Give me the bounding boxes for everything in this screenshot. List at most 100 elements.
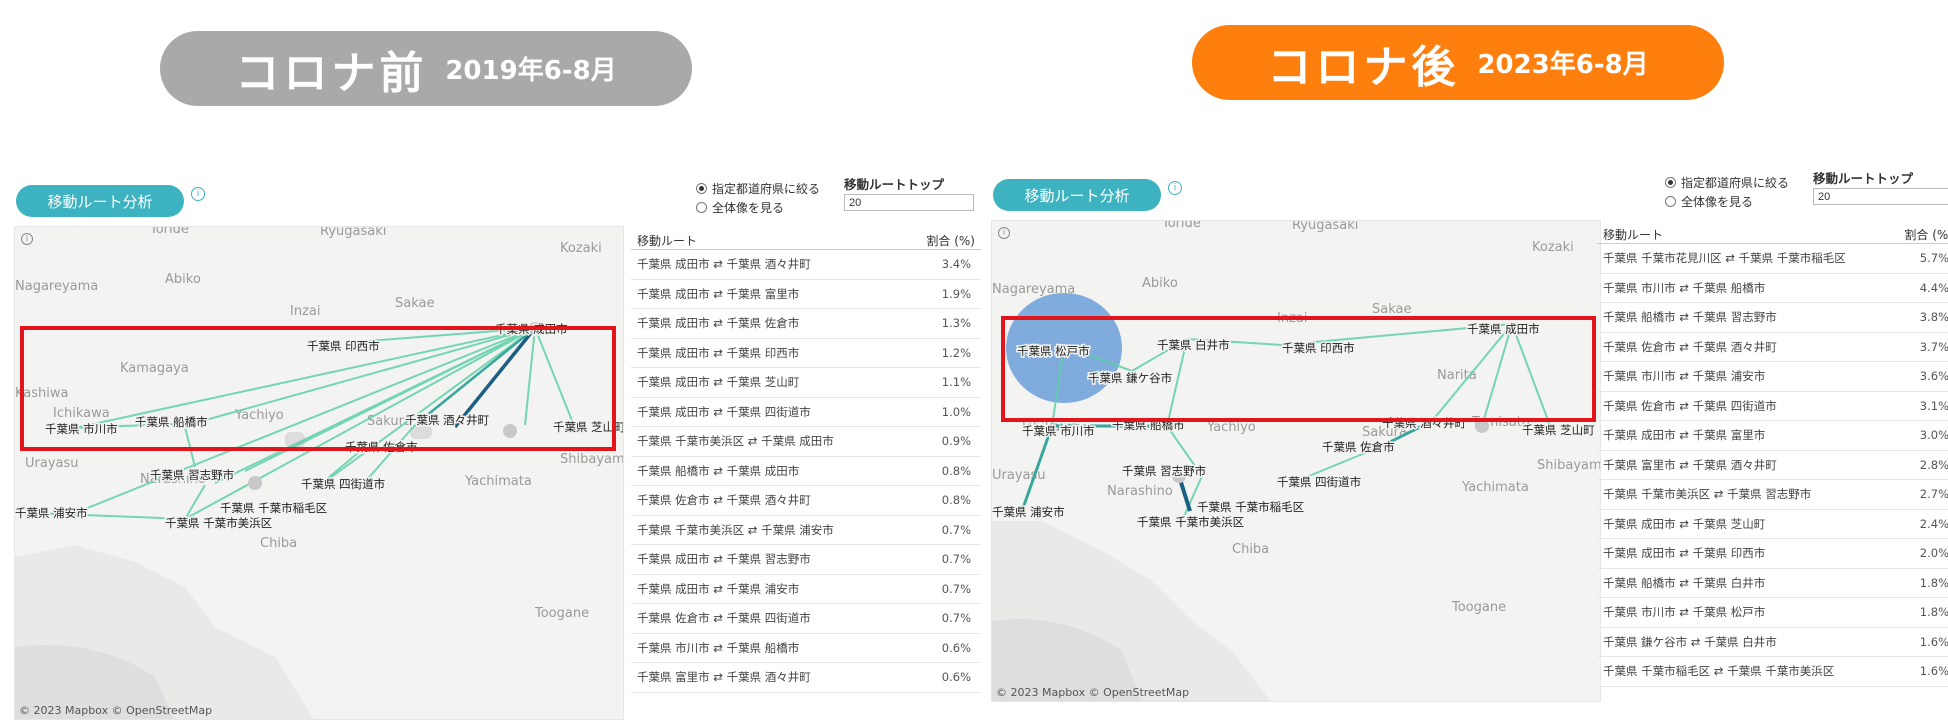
radio-selected-icon: [1665, 177, 1676, 188]
table-row[interactable]: 千葉県 佐倉市 ⇄ 千葉県 酒々井町 3.7%: [1597, 333, 1948, 362]
place-shibayama: Shibayama: [1537, 458, 1601, 473]
topn-input[interactable]: [1813, 188, 1948, 205]
table-row[interactable]: 千葉県 市川市 ⇄ 千葉県 船橋市 0.6%: [631, 634, 981, 663]
route-cell: 千葉県 千葉市美浜区 ⇄ 千葉県 習志野市: [1603, 487, 1812, 502]
node-label: 千葉県 千葉市美浜区: [1137, 515, 1244, 529]
pct-cell: 0.7%: [941, 552, 971, 567]
route-cell: 千葉県 佐倉市 ⇄ 千葉県 四街道市: [1603, 398, 1777, 413]
table-row[interactable]: 千葉県 千葉市花見川区 ⇄ 千葉県 千葉市稲毛区 5.7%: [1597, 244, 1948, 274]
table-row[interactable]: 千葉県 船橋市 ⇄ 千葉県 成田市 0.8%: [631, 457, 981, 486]
topn-input[interactable]: [844, 194, 974, 211]
route-cell: 千葉県 市川市 ⇄ 千葉県 船橋市: [1603, 280, 1766, 295]
table-row[interactable]: 千葉県 船橋市 ⇄ 千葉県 白井市 1.8%: [1597, 569, 1948, 598]
place-inzai: Inzai: [290, 304, 320, 319]
pct-cell: 3.6%: [1919, 369, 1948, 384]
table-row[interactable]: 千葉県 千葉市美浜区 ⇄ 千葉県 成田市 0.9%: [631, 427, 981, 457]
table-row[interactable]: 千葉県 千葉市美浜区 ⇄ 千葉県 習志野市 2.7%: [1597, 480, 1948, 510]
radio-show-all[interactable]: 全体像を見る: [696, 198, 820, 217]
node-label: 千葉県 市川市: [1022, 424, 1095, 438]
place-yachimata: Yachimata: [1461, 480, 1529, 495]
node-label: 千葉県 千葉市美浜区: [165, 516, 272, 530]
table-row[interactable]: 千葉県 市川市 ⇄ 千葉県 浦安市 3.6%: [1597, 362, 1948, 392]
table-row[interactable]: 千葉県 成田市 ⇄ 千葉県 富里市 3.0%: [1597, 421, 1948, 451]
table-row[interactable]: 千葉県 富里市 ⇄ 千葉県 酒々井町 2.8%: [1597, 451, 1948, 480]
table-row[interactable]: 千葉県 佐倉市 ⇄ 千葉県 酒々井町 0.8%: [631, 486, 981, 516]
table-row[interactable]: 千葉県 成田市 ⇄ 千葉県 芝山町 1.1%: [631, 368, 981, 398]
map-copyright: © 2023 Mapbox © OpenStreetMap: [996, 686, 1190, 699]
table-row[interactable]: 千葉県 成田市 ⇄ 千葉県 酒々井町 3.4%: [631, 250, 981, 280]
place-yachimata: Yachimata: [464, 474, 532, 489]
filter-radio-group: 指定都道府県に絞る 全体像を見る: [1665, 173, 1789, 211]
route-cell: 千葉県 成田市 ⇄ 千葉県 印西市: [1603, 546, 1766, 561]
route-map[interactable]: Toride Ryugasaki Kozaki Abiko Nagareyama…: [14, 226, 624, 720]
info-icon[interactable]: i: [191, 187, 205, 201]
radio-label: 全体像を見る: [1681, 195, 1754, 209]
radio-label: 全体像を見る: [712, 201, 785, 215]
radio-selected-icon: [696, 183, 707, 194]
place-sakae: Sakae: [1372, 302, 1411, 317]
route-cell: 千葉県 千葉市美浜区 ⇄ 千葉県 浦安市: [637, 522, 834, 537]
route-cell: 千葉県 船橋市 ⇄ 千葉県 習志野市: [1603, 310, 1777, 325]
route-analysis-tab[interactable]: 移動ルート分析: [993, 179, 1161, 211]
node-label: 千葉県 千葉市稲毛区: [1197, 500, 1304, 514]
pct-cell: 0.6%: [941, 640, 971, 655]
col-pct-header[interactable]: 割合 (%): [1904, 226, 1948, 243]
table-row[interactable]: 千葉県 成田市 ⇄ 千葉県 習志野市 0.7%: [631, 545, 981, 575]
pct-cell: 1.9%: [941, 286, 971, 301]
node-label: 千葉県 千葉市稲毛区: [220, 501, 327, 515]
pct-cell: 0.7%: [941, 611, 971, 626]
route-analysis-tab[interactable]: 移動ルート分析: [16, 185, 184, 217]
after-panel: 移動ルート分析 i 指定都道府県に絞る 全体像を見る 移動ルートトップ Tori…: [991, 164, 1948, 714]
pct-cell: 0.9%: [941, 434, 971, 449]
filter-radio-group: 指定都道府県に絞る 全体像を見る: [696, 179, 820, 217]
table-row[interactable]: 千葉県 成田市 ⇄ 千葉県 印西市 2.0%: [1597, 539, 1948, 569]
pct-cell: 1.2%: [941, 345, 971, 360]
radio-label: 指定都道府県に絞る: [1681, 176, 1790, 190]
route-cell: 千葉県 佐倉市 ⇄ 千葉県 酒々井町: [1603, 339, 1777, 354]
table-row[interactable]: 千葉県 千葉市稲毛区 ⇄ 千葉県 千葉市美浜区 1.6%: [1597, 657, 1948, 687]
after-header: コロナ後 2023年6-8月: [1192, 25, 1724, 100]
table-body: 千葉県 千葉市花見川区 ⇄ 千葉県 千葉市稲毛区 5.7% 千葉県 市川市 ⇄ 千葉…: [1597, 244, 1948, 687]
table-row[interactable]: 千葉県 成田市 ⇄ 千葉県 四街道市 1.0%: [631, 398, 981, 427]
before-period: 2019年6-8月: [445, 56, 617, 86]
route-cell: 千葉県 成田市 ⇄ 千葉県 芝山町: [1603, 516, 1766, 531]
pct-cell: 4.4%: [1919, 280, 1948, 295]
table-row[interactable]: 千葉県 成田市 ⇄ 千葉県 富里市 1.9%: [631, 280, 981, 309]
table-row[interactable]: 千葉県 成田市 ⇄ 千葉県 印西市 1.2%: [631, 339, 981, 368]
table-row[interactable]: 千葉県 佐倉市 ⇄ 千葉県 四街道市 0.7%: [631, 604, 981, 634]
map-copyright: © 2023 Mapbox © OpenStreetMap: [19, 704, 213, 717]
map-info-icon[interactable]: i: [998, 227, 1010, 239]
place-chiba: Chiba: [260, 536, 297, 551]
table-row[interactable]: 千葉県 成田市 ⇄ 千葉県 芝山町 2.4%: [1597, 510, 1948, 539]
radio-show-all[interactable]: 全体像を見る: [1665, 192, 1789, 211]
pct-cell: 3.0%: [1919, 428, 1948, 443]
table-row[interactable]: 千葉県 船橋市 ⇄ 千葉県 習志野市 3.8%: [1597, 303, 1948, 333]
table-row[interactable]: 千葉県 千葉市美浜区 ⇄ 千葉県 浦安市 0.7%: [631, 516, 981, 545]
col-pct-header[interactable]: 割合 (%): [926, 232, 975, 249]
radio-filter-prefecture[interactable]: 指定都道府県に絞る: [1665, 173, 1789, 192]
route-cell: 千葉県 成田市 ⇄ 千葉県 富里市: [1603, 428, 1766, 443]
radio-filter-prefecture[interactable]: 指定都道府県に絞る: [696, 179, 820, 198]
node-label: 千葉県 四街道市: [301, 477, 385, 491]
route-cell: 千葉県 成田市 ⇄ 千葉県 富里市: [637, 286, 800, 301]
route-cell: 千葉県 富里市 ⇄ 千葉県 酒々井町: [637, 670, 811, 685]
route-cell: 千葉県 市川市 ⇄ 千葉県 船橋市: [637, 640, 800, 655]
table-row[interactable]: 千葉県 富里市 ⇄ 千葉県 酒々井町 0.6%: [631, 663, 981, 693]
route-cell: 千葉県 成田市 ⇄ 千葉県 浦安市: [637, 581, 800, 596]
table-row[interactable]: 千葉県 成田市 ⇄ 千葉県 佐倉市 1.3%: [631, 309, 981, 339]
info-icon[interactable]: i: [1168, 181, 1182, 195]
map-info-icon[interactable]: i: [21, 233, 33, 245]
route-map[interactable]: Toride Ryugasaki Kozaki Abiko Nagareyama…: [991, 220, 1601, 702]
node-label: 千葉県 佐倉市: [1322, 440, 1395, 454]
map-canvas: Toride Ryugasaki Kozaki Abiko Nagareyama…: [15, 227, 623, 719]
route-table: 移動ルート 割合 (%) 千葉県 千葉市花見川区 ⇄ 千葉県 千葉市稲毛区 5.7…: [1597, 220, 1948, 687]
table-row[interactable]: 千葉県 市川市 ⇄ 千葉県 船橋市 4.4%: [1597, 274, 1948, 303]
table-row[interactable]: 千葉県 佐倉市 ⇄ 千葉県 四街道市 3.1%: [1597, 392, 1948, 421]
table-row[interactable]: 千葉県 市川市 ⇄ 千葉県 松戸市 1.8%: [1597, 598, 1948, 628]
pct-cell: 1.8%: [1919, 575, 1948, 590]
route-cell: 千葉県 成田市 ⇄ 千葉県 習志野市: [637, 552, 811, 567]
col-route-header: 移動ルート: [637, 234, 698, 248]
table-row[interactable]: 千葉県 鎌ケ谷市 ⇄ 千葉県 白井市 1.6%: [1597, 628, 1948, 657]
table-row[interactable]: 千葉県 成田市 ⇄ 千葉県 浦安市 0.7%: [631, 575, 981, 604]
place-yachiyo: Yachiyo: [1206, 420, 1256, 435]
